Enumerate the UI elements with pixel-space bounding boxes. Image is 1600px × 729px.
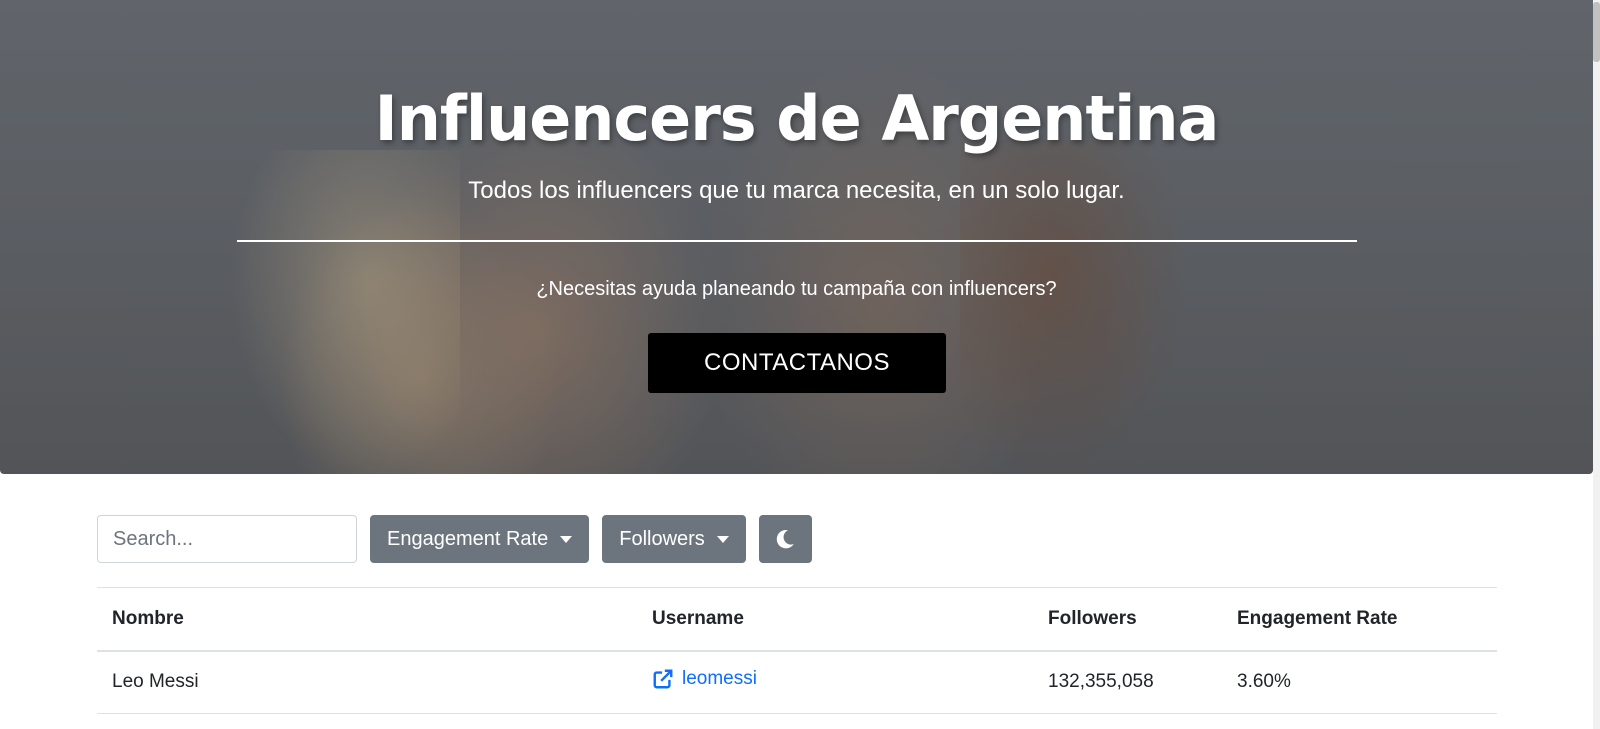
page-title: Influencers de Argentina <box>374 82 1220 155</box>
contact-button[interactable]: CONTACTANOS <box>648 333 946 393</box>
cell-engagement-rate: 3.60% <box>1222 650 1497 714</box>
followers-dropdown-label: Followers <box>619 527 705 550</box>
table-row: Leo Messi leomessi 132,355,058 3.60% <box>97 650 1497 714</box>
followers-dropdown[interactable]: Followers <box>602 515 746 563</box>
column-header-engagement-rate[interactable]: Engagement Rate <box>1222 587 1497 652</box>
username-text: leomessi <box>682 668 757 690</box>
hero-subtitle: Todos los influencers que tu marca neces… <box>468 177 1125 204</box>
column-header-username[interactable]: Username <box>637 587 1033 652</box>
engagement-rate-dropdown-label: Engagement Rate <box>387 527 549 550</box>
moon-icon <box>777 530 795 549</box>
hero-banner: Influencers de Argentina Todos los influ… <box>0 0 1593 474</box>
hero-divider <box>237 240 1357 242</box>
column-header-nombre[interactable]: Nombre <box>97 587 637 652</box>
filter-toolbar: Engagement Rate Followers <box>97 515 812 563</box>
cell-username: leomessi <box>637 650 1033 714</box>
scrollbar-thumb[interactable] <box>1593 2 1600 62</box>
search-input[interactable] <box>97 515 357 563</box>
hero-question: ¿Necesitas ayuda planeando tu campaña co… <box>536 278 1057 300</box>
caret-down-icon <box>716 535 729 543</box>
page-scrollbar[interactable] <box>1593 0 1600 729</box>
hero-overlay <box>0 0 1593 474</box>
table-header-row: Nombre Username Followers Engagement Rat… <box>97 587 1497 652</box>
external-link-icon <box>653 669 673 689</box>
influencers-table: Nombre Username Followers Engagement Rat… <box>97 587 1497 714</box>
dark-mode-toggle[interactable] <box>758 515 812 563</box>
cell-name: Leo Messi <box>97 650 637 714</box>
cell-followers: 132,355,058 <box>1033 650 1222 714</box>
engagement-rate-dropdown[interactable]: Engagement Rate <box>370 515 590 563</box>
caret-down-icon <box>560 535 573 543</box>
column-header-followers[interactable]: Followers <box>1033 587 1222 652</box>
username-link[interactable]: leomessi <box>652 668 757 690</box>
